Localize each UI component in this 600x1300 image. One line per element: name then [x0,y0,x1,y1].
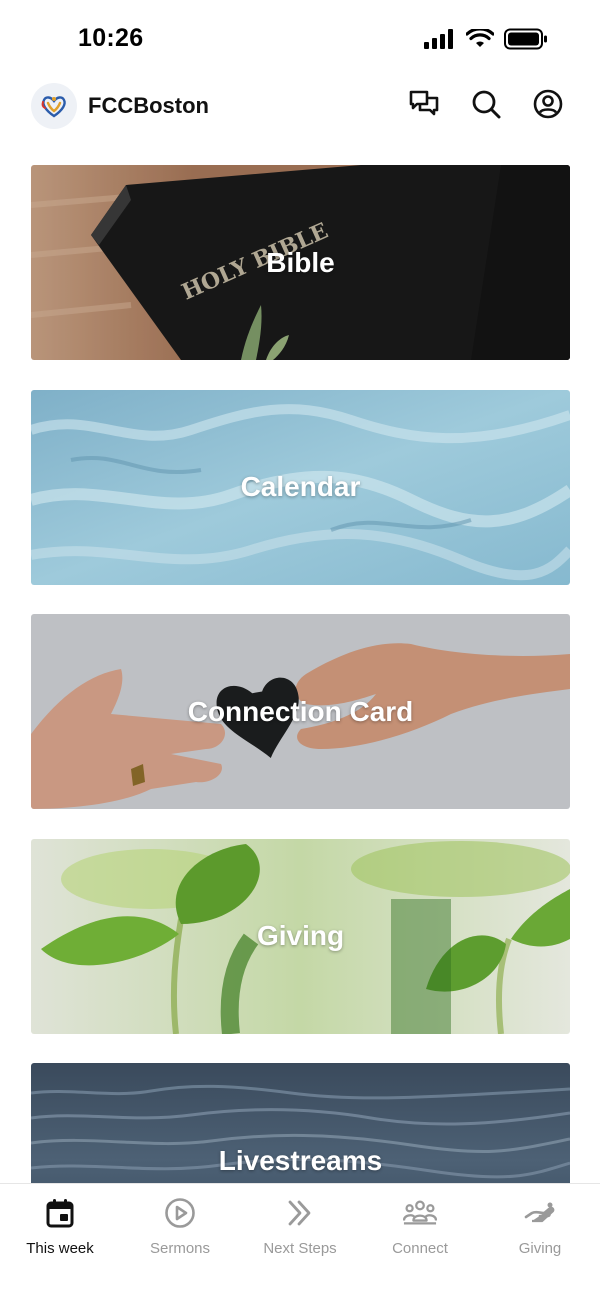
play-circle-icon [163,1196,197,1230]
card-calendar[interactable]: Calendar [31,389,570,585]
card-bible[interactable]: HOLY BIBLE Bible [31,165,570,360]
tab-connect[interactable]: Connect [360,1184,480,1264]
tab-label: This week [26,1240,94,1257]
profile-button[interactable] [532,89,564,124]
chat-icon [408,89,440,124]
tab-this-week[interactable]: This week [0,1184,120,1264]
card-livestreams[interactable]: Livestreams [31,1063,570,1183]
double-chevron-right-icon [283,1196,317,1230]
tab-next-steps[interactable]: Next Steps [240,1184,360,1264]
bottom-tab-bar: This week Sermons Next Steps Connect Giv… [0,1183,600,1300]
tab-label: Next Steps [263,1240,337,1257]
status-icons [424,27,548,55]
church-logo-icon[interactable] [31,83,77,129]
tab-giving[interactable]: Giving [480,1184,600,1264]
card-giving[interactable]: Giving [31,838,570,1034]
card-label: Giving [256,920,345,951]
search-icon [471,89,501,124]
cellular-signal-icon [424,29,456,54]
card-connection-card[interactable]: Connection Card [31,614,570,809]
card-label: Bible [266,246,335,278]
feature-cards: HOLY BIBLE Bible Calendar Connection Car… [31,165,570,1183]
status-time: 10:26 [78,24,144,52]
app-title: FCCBoston [88,93,209,118]
tab-label: Giving [518,1240,562,1257]
card-label: Calendar [240,471,361,502]
group-icon [403,1196,437,1230]
profile-icon [533,89,563,124]
battery-icon [504,28,548,55]
tab-label: Sermons [149,1240,211,1257]
card-label: Connection Card [187,695,414,727]
wifi-icon [465,27,495,54]
card-label: Livestreams [218,1144,383,1176]
tab-label: Connect [392,1240,448,1257]
tab-sermons[interactable]: Sermons [120,1184,240,1264]
giving-hand-icon [523,1196,557,1230]
chat-button[interactable] [408,90,440,122]
calendar-icon [43,1196,77,1230]
header-actions [408,89,564,124]
app-header: FCCBoston [0,80,600,132]
search-button[interactable] [470,90,502,122]
status-bar: 10:26 [0,0,600,80]
